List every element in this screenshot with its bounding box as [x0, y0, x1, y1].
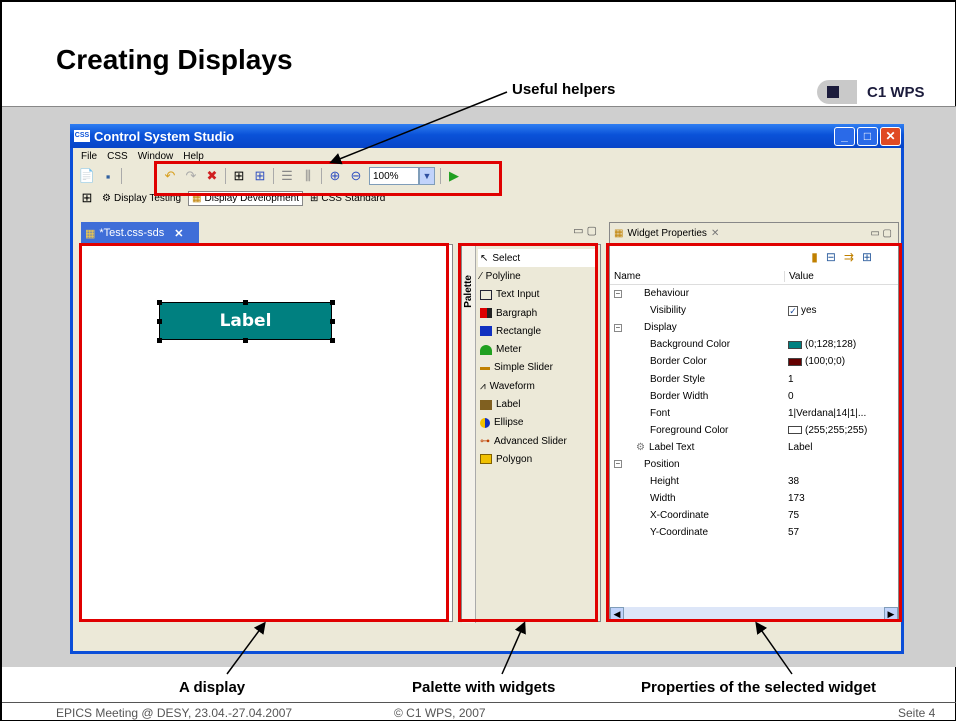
window-titlebar[interactable]: CSS Control System Studio _ □ ✕ — [70, 124, 904, 148]
menu-window[interactable]: Window — [138, 151, 174, 162]
editor-tabbar: ▦ *Test.css-sds ✕ ▭ ▢ — [81, 222, 601, 244]
footer-copyright: © C1 WPS, 2007 — [394, 706, 486, 720]
footer-divider — [2, 702, 956, 703]
toolbar-separator — [121, 168, 122, 184]
callout-useful-helpers: Useful helpers — [512, 81, 616, 98]
new-file-icon[interactable]: 📄 — [79, 168, 95, 184]
close-window-button[interactable]: ✕ — [880, 126, 901, 146]
logo-mark-icon — [817, 80, 857, 104]
maximize-button[interactable]: □ — [857, 126, 878, 146]
tab-widget-properties[interactable]: ▦ Widget Properties ✕ ▭ ▢ — [610, 223, 898, 245]
logo-text: C1 WPS — [867, 83, 925, 101]
footer-page-number: Seite 4 — [898, 706, 936, 720]
close-tab-icon[interactable]: ✕ — [711, 228, 719, 239]
footer-event: EPICS Meeting @ DESY, 23.04.-27.04.2007 — [56, 706, 293, 720]
minimize-button[interactable]: _ — [834, 126, 855, 146]
close-tab-icon[interactable]: ✕ — [174, 227, 183, 240]
callout-a-display: A display — [179, 679, 246, 696]
menu-file[interactable]: File — [81, 151, 97, 162]
css-app-icon: CSS — [74, 130, 90, 142]
display-file-icon: ▦ — [85, 227, 96, 240]
slide-title: Creating Displays — [56, 44, 293, 75]
properties-tab-label: Widget Properties — [627, 228, 707, 239]
test-perspective-icon: ⚙ — [102, 192, 111, 204]
c1-wps-logo: C1 WPS — [817, 80, 925, 104]
view-minmax-icon[interactable]: ▭ ▢ — [573, 224, 597, 237]
properties-icon: ▦ — [614, 228, 624, 239]
callout-properties: Properties of the selected widget — [641, 679, 877, 696]
highlight-properties — [606, 243, 902, 622]
open-perspective-icon[interactable]: ⊞ — [79, 190, 95, 206]
menu-help[interactable]: Help — [183, 151, 204, 162]
view-minmax-icon[interactable]: ▭ ▢ — [870, 228, 892, 239]
slide: Creating Displays C1 WPS Useful helpers … — [0, 0, 956, 721]
highlight-display — [79, 243, 449, 622]
tab-test-css-sds[interactable]: ▦ *Test.css-sds ✕ — [81, 222, 199, 244]
highlight-palette — [458, 243, 598, 622]
save-icon[interactable]: ▪ — [100, 168, 116, 184]
editor-tab-label: *Test.css-sds — [99, 227, 165, 239]
window-title: Control System Studio — [94, 128, 235, 144]
highlight-toolbar — [154, 161, 502, 196]
menu-css[interactable]: CSS — [107, 151, 128, 162]
callout-palette: Palette with widgets — [412, 679, 556, 696]
